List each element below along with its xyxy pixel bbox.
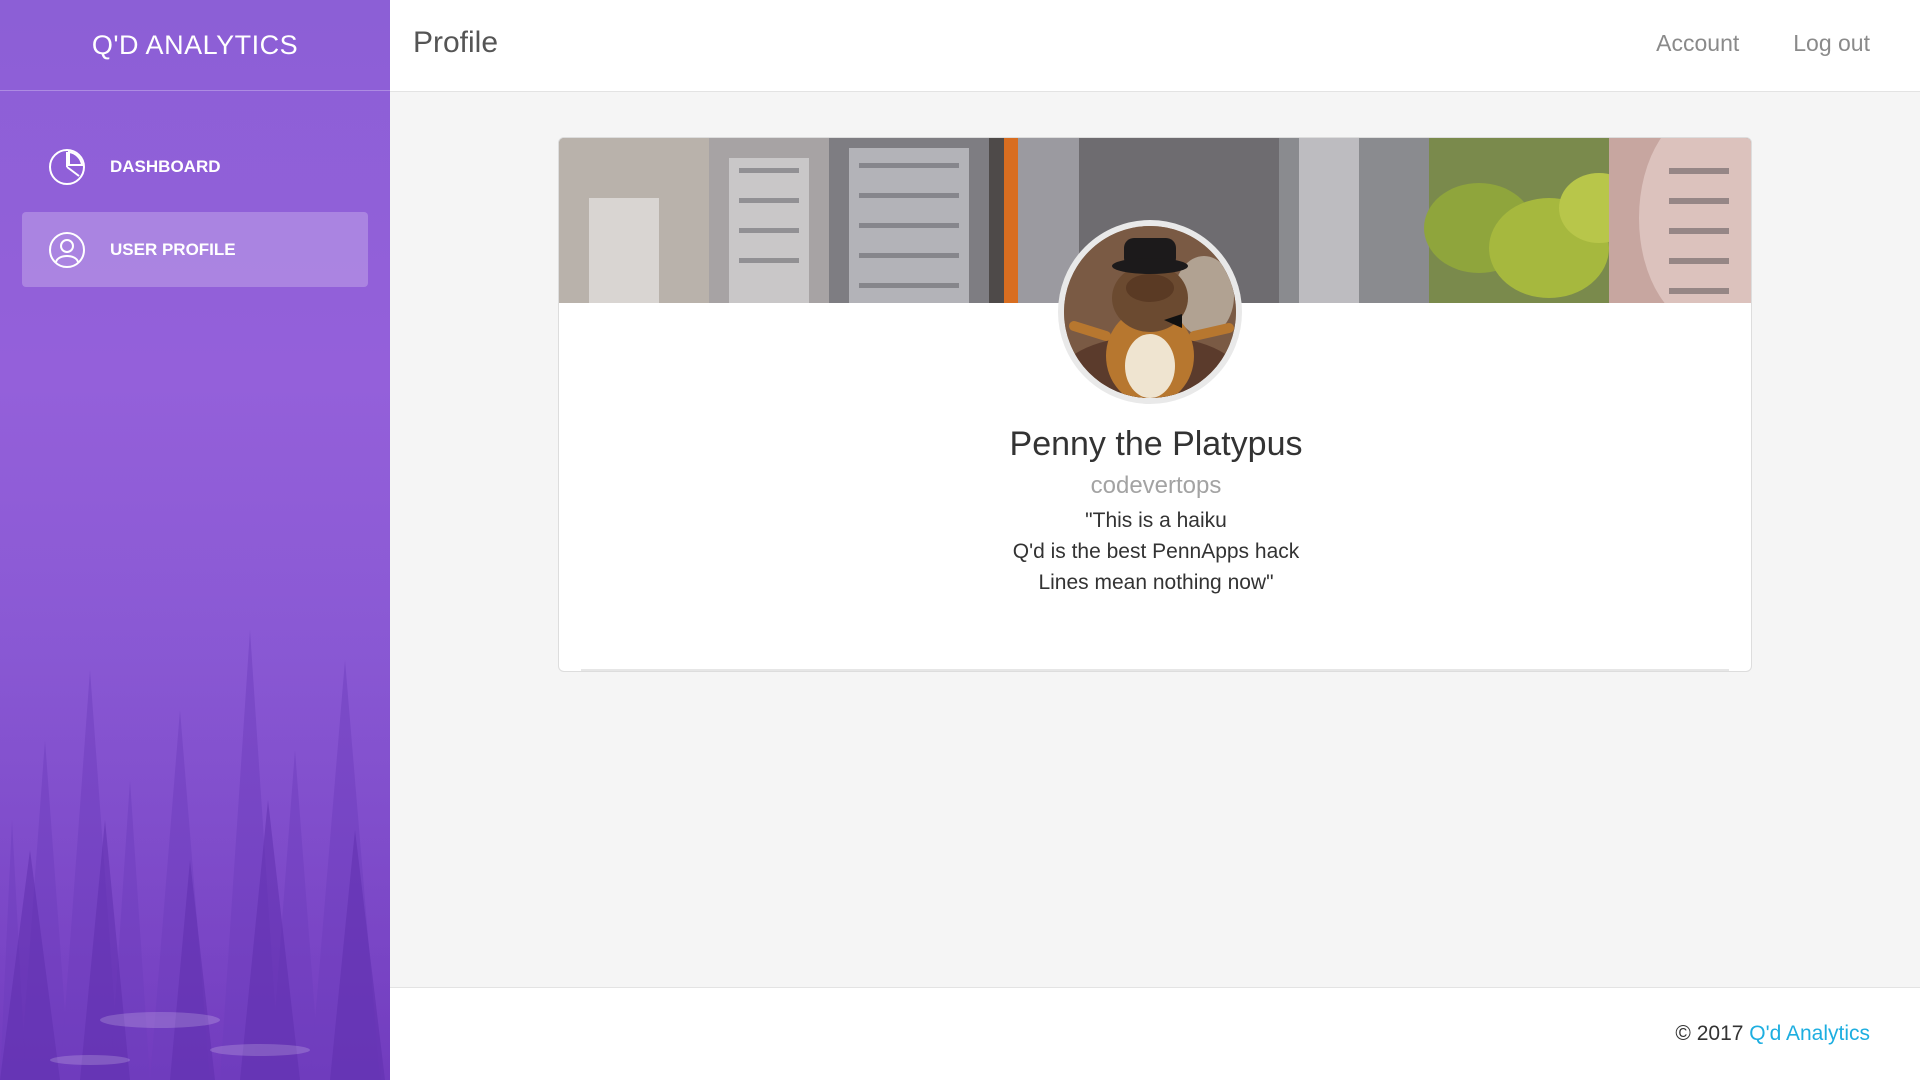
sidebar-item-label: DASHBOARD: [110, 156, 221, 176]
page-title: Profile: [413, 26, 499, 59]
profile-name: Penny the Platypus: [1009, 425, 1303, 463]
profile-username: codevertops: [1090, 472, 1222, 499]
card-divider: [581, 669, 1729, 671]
copyright-text: © 2017: [1675, 1022, 1750, 1045]
sidebar-nav: DASHBOARD USER PROFILE: [0, 91, 390, 287]
profile-card: Penny the Platypus codevertops "This is …: [558, 137, 1752, 672]
pie-chart-icon: [48, 148, 86, 186]
logout-link[interactable]: Log out: [1793, 30, 1870, 57]
sidebar-item-dashboard[interactable]: DASHBOARD: [22, 129, 368, 204]
brand-title[interactable]: Q'D ANALYTICS: [0, 0, 390, 91]
footer-link[interactable]: Q'd Analytics: [1749, 1022, 1870, 1045]
user-icon: [48, 231, 86, 269]
profile-quote: "This is a haiku Q'd is the best PennApp…: [559, 505, 1751, 598]
platypus-avatar-image: [1064, 226, 1236, 398]
top-navbar: Profile Account Log out: [390, 0, 1920, 92]
footer: © 2017 Q'd Analytics: [390, 987, 1920, 1080]
quote-line: Lines mean nothing now": [1038, 571, 1274, 594]
avatar: [1058, 220, 1242, 404]
quote-line: Q'd is the best PennApps hack: [1012, 540, 1300, 563]
forest-background-image: [0, 520, 390, 1080]
sidebar-item-user-profile[interactable]: USER PROFILE: [22, 212, 368, 287]
sidebar-item-label: USER PROFILE: [110, 239, 236, 259]
copyright: © 2017 Q'd Analytics: [1675, 1022, 1870, 1046]
sidebar: Q'D ANALYTICS DASHBOARD USER PROFILE: [0, 0, 390, 1080]
quote-line: "This is a haiku: [1085, 509, 1227, 532]
top-links: Account Log out: [1656, 30, 1870, 57]
account-link[interactable]: Account: [1656, 30, 1739, 57]
